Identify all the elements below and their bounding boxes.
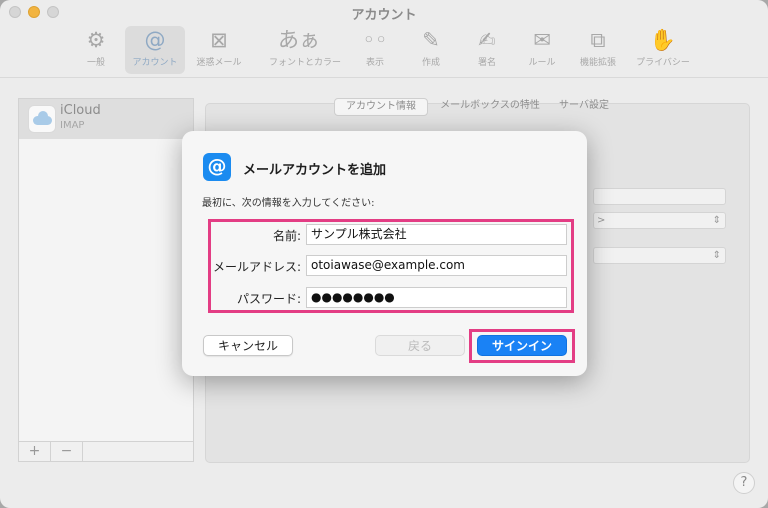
cancel-button[interactable]: キャンセル (203, 335, 293, 356)
tab-mailbox-behaviors[interactable]: メールボックスの特性 (434, 98, 546, 116)
glasses-icon: ◦◦ (362, 28, 388, 52)
updown-chevron-icon: ⇕ (712, 250, 721, 261)
toolbar-signatures[interactable]: ✍ 署名 (457, 26, 517, 74)
accounts-sidebar: iCloud IMAP + − (18, 98, 194, 462)
toolbar-label: 署名 (477, 58, 496, 68)
sidebar-item-icloud[interactable]: iCloud IMAP (19, 99, 193, 139)
background-popup[interactable]: ⇕ (593, 247, 726, 264)
dialog-instruction: 最初に、次の情報を入力してください: (202, 198, 375, 209)
toolbar-label: プライバシー (636, 58, 690, 68)
sign-in-button[interactable]: サインイン (477, 335, 567, 356)
toolbar-label: 迷惑メール (196, 58, 242, 68)
account-type: IMAP (60, 120, 85, 131)
gear-icon: ⚙ (86, 28, 106, 52)
signature-icon: ✍ (478, 28, 496, 52)
fields-highlight-box (208, 219, 574, 313)
popup-value: > (597, 215, 606, 226)
dialog-title: メールアカウントを追加 (243, 163, 387, 178)
add-account-button[interactable]: + (19, 442, 51, 461)
at-sign-icon: @ (144, 28, 166, 52)
toolbar-fonts-colors[interactable]: あぁ フォントとカラー (269, 26, 342, 74)
preferences-toolbar: ⚙ 一般 @ アカウント ⊠ 迷惑メール あぁ フォントとカラー ◦◦ 表示 ✎… (0, 24, 768, 78)
toolbar-label: 機能拡張 (579, 58, 616, 68)
toolbar-privacy[interactable]: ✋ プライバシー (633, 26, 693, 74)
updown-chevron-icon: ⇕ (712, 215, 721, 226)
title-bar: アカウント (0, 0, 768, 24)
toolbar-rules[interactable]: ✉ ルール (512, 26, 572, 74)
window-title: アカウント (351, 8, 417, 23)
junk-mail-icon: ⊠ (210, 28, 228, 52)
toolbar-junk-mail[interactable]: ⊠ 迷惑メール (189, 26, 249, 74)
puzzle-icon: ⧉ (590, 28, 606, 52)
mail-at-icon: @ (203, 153, 231, 181)
toolbar-label: アカウント (132, 58, 178, 68)
add-mail-account-dialog: @ メールアカウントを追加 最初に、次の情報を入力してください: 名前: サンプ… (182, 131, 587, 376)
remove-account-button[interactable]: − (51, 442, 83, 461)
tab-account-info[interactable]: アカウント情報 (334, 98, 428, 116)
toolbar-viewing[interactable]: ◦◦ 表示 (345, 26, 405, 74)
toolbar-general[interactable]: ⚙ 一般 (66, 26, 126, 74)
toolbar-accounts[interactable]: @ アカウント (125, 26, 185, 74)
background-text-field[interactable] (593, 188, 726, 205)
toolbar-label: ルール (528, 58, 556, 68)
tab-server-settings[interactable]: サーバ設定 (550, 98, 618, 116)
toolbar-extensions[interactable]: ⧉ 機能拡張 (568, 26, 628, 74)
toolbar-composing[interactable]: ✎ 作成 (401, 26, 461, 74)
font-icon: あぁ (278, 28, 320, 52)
account-name: iCloud (60, 103, 101, 118)
mail-preferences-window: アカウント ⚙ 一般 @ アカウント ⊠ 迷惑メール あぁ フォントとカラー ◦… (0, 0, 768, 508)
toolbar-label: 一般 (86, 58, 105, 68)
background-popup[interactable]: > ⇕ (593, 212, 726, 229)
help-button[interactable]: ? (733, 472, 755, 494)
back-button[interactable]: 戻る (375, 335, 465, 356)
compose-icon: ✎ (422, 28, 440, 52)
toolbar-label: フォントとカラー (269, 58, 342, 68)
hand-icon: ✋ (649, 28, 677, 52)
toolbar-label: 表示 (365, 58, 384, 68)
sidebar-footer: + − (19, 441, 193, 461)
icloud-icon (28, 105, 56, 133)
toolbar-label: 作成 (421, 58, 440, 68)
rules-mail-icon: ✉ (533, 28, 551, 52)
